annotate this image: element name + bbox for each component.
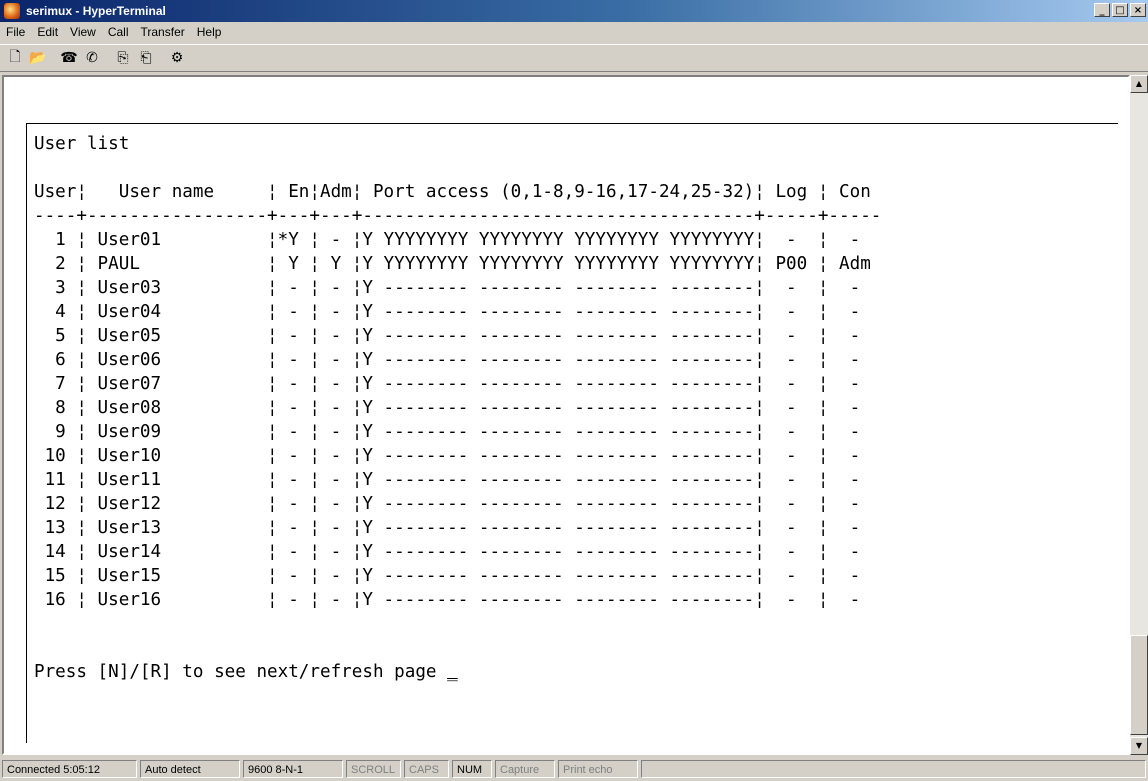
scroll-down-button[interactable]: ▼ bbox=[1130, 737, 1148, 755]
table-row: 6 ¦ User06 ¦ - ¦ - ¦Y -------- -------- … bbox=[34, 350, 861, 370]
terminal-output: User list User¦ User name ¦ En¦Adm¦ Port … bbox=[34, 132, 881, 684]
table-row: 5 ¦ User05 ¦ - ¦ - ¦Y -------- -------- … bbox=[34, 326, 861, 346]
status-capture: Capture bbox=[495, 760, 555, 778]
scroll-up-button[interactable]: ▲ bbox=[1130, 75, 1148, 93]
status-print-echo: Print echo bbox=[558, 760, 638, 778]
hyperterminal-app-icon[interactable] bbox=[4, 3, 20, 19]
table-row: 9 ¦ User09 ¦ - ¦ - ¦Y -------- -------- … bbox=[34, 422, 861, 442]
status-num: NUM bbox=[452, 760, 492, 778]
menu-help[interactable]: Help bbox=[191, 25, 228, 39]
open-icon[interactable]: 📂 bbox=[27, 47, 49, 69]
receive-icon[interactable]: ⎗ bbox=[135, 47, 157, 69]
table-row: 11 ¦ User11 ¦ - ¦ - ¦Y -------- --------… bbox=[34, 470, 861, 490]
properties-icon[interactable]: ⚙ bbox=[166, 47, 188, 69]
status-caps: CAPS bbox=[404, 760, 449, 778]
term-line-blank bbox=[34, 636, 881, 660]
menu-bar: File Edit View Call Transfer Help bbox=[0, 22, 1148, 42]
title-bar[interactable]: serimux - HyperTerminal _ □ × bbox=[0, 0, 1148, 22]
table-row: 13 ¦ User13 ¦ - ¦ - ¦Y -------- --------… bbox=[34, 518, 861, 538]
scroll-thumb[interactable] bbox=[1130, 635, 1148, 735]
menu-edit[interactable]: Edit bbox=[31, 25, 64, 39]
table-divider: ----+-----------------+---+---+---------… bbox=[34, 206, 882, 226]
menu-transfer[interactable]: Transfer bbox=[135, 25, 191, 39]
table-row: 15 ¦ User15 ¦ - ¦ - ¦Y -------- --------… bbox=[34, 566, 861, 586]
status-connected: Connected 5:05:12 bbox=[2, 760, 137, 778]
term-line-title: User list bbox=[34, 134, 130, 154]
status-bar: Connected 5:05:12 Auto detect 9600 8-N-1… bbox=[0, 757, 1148, 781]
disconnect-icon[interactable]: ✆ bbox=[81, 47, 103, 69]
status-filler bbox=[641, 760, 1146, 778]
minimize-button[interactable]: _ bbox=[1094, 3, 1110, 17]
table-row: 3 ¦ User03 ¦ - ¦ - ¦Y -------- -------- … bbox=[34, 278, 861, 298]
prompt-text: Press [N]/[R] to see next/refresh page bbox=[34, 662, 448, 682]
table-row: 2 ¦ PAUL ¦ Y ¦ Y ¦Y YYYYYYYY YYYYYYYY YY… bbox=[34, 254, 871, 274]
menu-view[interactable]: View bbox=[64, 25, 102, 39]
table-row: 8 ¦ User08 ¦ - ¦ - ¦Y -------- -------- … bbox=[34, 398, 861, 418]
term-line-blank bbox=[34, 612, 881, 636]
table-row: 7 ¦ User07 ¦ - ¦ - ¦Y -------- -------- … bbox=[34, 374, 861, 394]
window-title: serimux - HyperTerminal bbox=[26, 4, 166, 18]
status-port-settings: 9600 8-N-1 bbox=[243, 760, 343, 778]
close-button[interactable]: × bbox=[1130, 3, 1146, 17]
table-row: 12 ¦ User12 ¦ - ¦ - ¦Y -------- --------… bbox=[34, 494, 861, 514]
table-row: 1 ¦ User01 ¦*Y ¦ - ¦Y YYYYYYYY YYYYYYYY … bbox=[34, 230, 861, 250]
new-icon[interactable]: 🗋 bbox=[4, 47, 26, 69]
table-row: 4 ¦ User04 ¦ - ¦ - ¦Y -------- -------- … bbox=[34, 302, 861, 322]
status-scroll: SCROLL bbox=[346, 760, 401, 778]
table-header: User¦ User name ¦ En¦Adm¦ Port access (0… bbox=[34, 182, 871, 202]
table-row: 10 ¦ User10 ¦ - ¦ - ¦Y -------- --------… bbox=[34, 446, 861, 466]
term-line-blank bbox=[34, 156, 881, 180]
call-icon[interactable]: ☎ bbox=[58, 47, 80, 69]
prompt-line: Press [N]/[R] to see next/refresh page _ bbox=[34, 660, 881, 684]
table-row: 16 ¦ User16 ¦ - ¦ - ¦Y -------- --------… bbox=[34, 590, 861, 610]
menu-call[interactable]: Call bbox=[102, 25, 135, 39]
text-cursor: _ bbox=[447, 662, 458, 682]
maximize-button[interactable]: □ bbox=[1112, 3, 1128, 17]
table-row: 14 ¦ User14 ¦ - ¦ - ¦Y -------- --------… bbox=[34, 542, 861, 562]
send-icon[interactable]: ⎘ bbox=[112, 47, 134, 69]
menu-file[interactable]: File bbox=[0, 25, 31, 39]
vertical-scrollbar[interactable]: ▲ ▼ bbox=[1130, 75, 1148, 755]
status-auto-detect: Auto detect bbox=[140, 760, 240, 778]
toolbar: 🗋 📂 ☎ ✆ ⎘ ⎗ ⚙ bbox=[0, 44, 1148, 72]
